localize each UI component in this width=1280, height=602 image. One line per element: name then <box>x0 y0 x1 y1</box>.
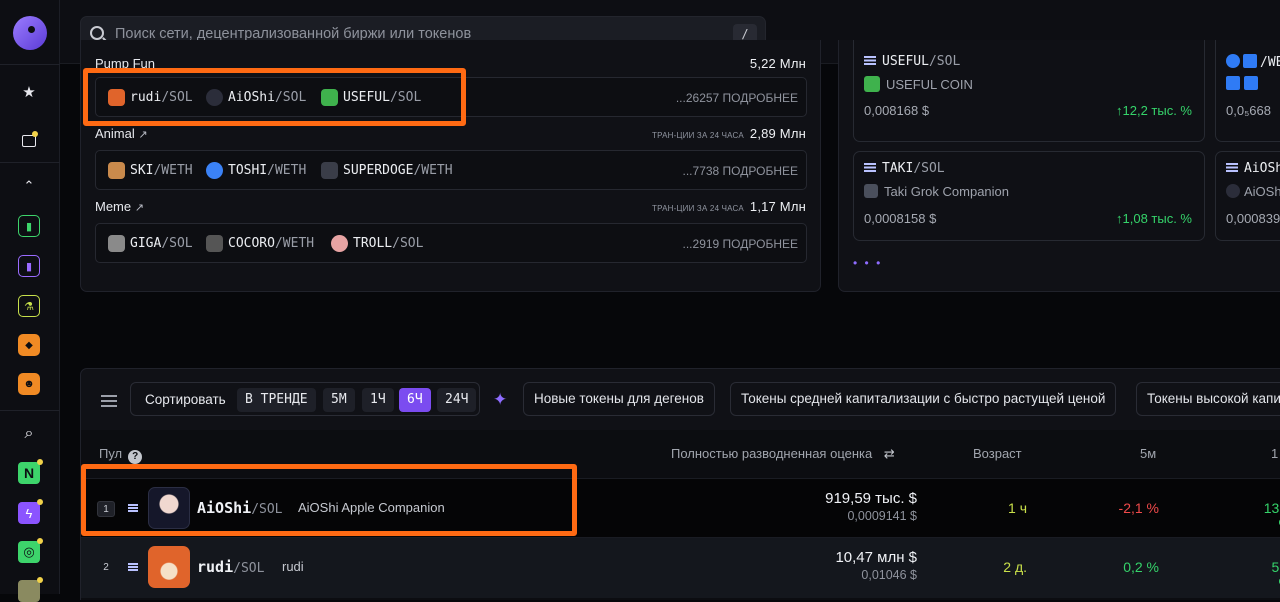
change-5m-cell: 0,2 % <box>1123 559 1159 575</box>
carousel-dots[interactable]: • • • <box>853 256 882 270</box>
more-link[interactable]: ...2919 ПОДРОБНЕЕ <box>683 237 798 251</box>
header-age[interactable]: Возраст <box>973 446 1022 461</box>
sort-label: Сортировать <box>145 392 226 407</box>
chart-purple-icon[interactable]: ▮ <box>18 255 40 277</box>
age-cell: 2 д. <box>1003 559 1027 575</box>
robot-icon[interactable]: ☻ <box>18 373 40 395</box>
pair-cocoro[interactable]: COCORO/WETH <box>206 235 314 252</box>
swap-icon[interactable]: ⇄ <box>884 446 895 461</box>
pair-toshi[interactable]: TOSHI/WETH <box>206 162 306 179</box>
pair-troll[interactable]: TROLL/SOL <box>331 235 423 252</box>
search-icon <box>90 26 104 40</box>
pair-ski[interactable]: SKI/WETH <box>108 162 193 179</box>
sidebar-divider <box>0 162 60 163</box>
timeframe-24h[interactable]: 24Ч <box>437 388 477 412</box>
card-ticker: USEFUL/SOL <box>864 54 960 69</box>
category-title[interactable]: Meme ↗ <box>95 199 144 214</box>
change-5m-cell: -2,1 % <box>1118 500 1159 516</box>
category-meta: 5,22 Млн <box>749 56 806 71</box>
card-price: 0,008168 $ <box>864 103 930 118</box>
timeframe-trending[interactable]: В ТРЕНДЕ <box>237 388 316 412</box>
pair-superdoge[interactable]: SUPERDOGE/WETH <box>321 162 453 179</box>
search-icon[interactable]: ⌕ <box>18 423 40 445</box>
star-icon[interactable]: ★ <box>18 81 40 103</box>
card-change: ↑12,2 тыс. % <box>1116 103 1192 118</box>
change-1h-cell: 13,6 % <box>1263 500 1280 532</box>
token-card-useful[interactable]: USEFUL/SOL USEFUL COIN 0,008168 $ ↑12,2 … <box>853 40 1205 142</box>
chip-new-tokens[interactable]: Новые токены для дегенов <box>523 382 715 416</box>
sparkle-icon: ✦ <box>493 390 508 409</box>
fdv-cell: 919,59 тыс. $0,0009141 $ <box>825 490 917 523</box>
solana-chain-icon <box>128 563 138 571</box>
header-5m[interactable]: 5м <box>1140 446 1156 461</box>
tag-icon[interactable]: ◆ <box>18 334 40 356</box>
timeframe-5m[interactable]: 5М <box>323 388 355 412</box>
highlight-box-row <box>81 464 577 536</box>
pair-giga[interactable]: GIGA/SOL <box>108 235 193 252</box>
help-icon[interactable]: ? <box>128 450 143 464</box>
cocoro-avatar-icon <box>206 235 223 252</box>
chevron-up-icon[interactable]: ⌃ <box>18 175 40 197</box>
card-name: Taki Grok Companion <box>864 184 1009 199</box>
category-title[interactable]: Animal ↗ <box>95 126 148 141</box>
flask-icon[interactable]: ⚗ <box>18 295 40 317</box>
card-name: AiOSh <box>1226 184 1280 199</box>
more-link[interactable]: ...7738 ПОДРОБНЕЕ <box>683 164 798 178</box>
category-row-meme[interactable]: GIGA/SOL COCORO/WETH TROLL/SOL ...2919 П… <box>95 223 807 263</box>
troll-avatar-icon <box>331 235 348 252</box>
table-row[interactable]: 2 rudi/SOL rudi 10,47 млн $0,01046 $ 2 д… <box>81 538 1280 598</box>
token-card-aioshi-partial[interactable]: AiOSh AiOSh 0,000839 <box>1215 151 1280 241</box>
token-card-taki[interactable]: TAKI/SOL Taki Grok Companion 0,0008158 $… <box>853 151 1205 241</box>
header-pool[interactable]: Пул? <box>99 446 143 464</box>
ski-avatar-icon <box>108 162 125 179</box>
card-change: ↑1,08 тыс. % <box>1116 211 1192 226</box>
sort-group: Сортировать В ТРЕНДЕ 5М 1Ч 6Ч 24Ч <box>130 382 480 416</box>
card-name: USEFUL COIN <box>864 76 973 92</box>
extra-app-icon[interactable] <box>18 577 43 602</box>
card-ticker: TAKI/SOL <box>864 161 945 176</box>
header-1h[interactable]: 1 <box>1271 446 1278 461</box>
timeframe-6h[interactable]: 6Ч <box>399 388 431 412</box>
header-fdv[interactable]: Полностью разводненная оценка ⇄ <box>671 446 895 462</box>
token-card-partial[interactable]: /WE 0,0₅668 <box>1215 40 1280 142</box>
chart-green-icon[interactable]: ▮ <box>18 215 40 237</box>
superdoge-avatar-icon <box>321 162 338 179</box>
lightning-app-icon[interactable]: ϟ <box>18 499 43 524</box>
giga-avatar-icon <box>108 235 125 252</box>
logo-icon[interactable] <box>13 16 47 50</box>
chat-app-icon[interactable]: ◎ <box>18 538 43 563</box>
timeframe-1h[interactable]: 1Ч <box>362 388 394 412</box>
rudi-avatar-icon <box>148 546 190 588</box>
filter-bar: Сортировать В ТРЕНДЕ 5М 1Ч 6Ч 24Ч ✦ Новы… <box>80 368 1280 430</box>
trending-panel: USEFUL/SOL USEFUL COIN 0,008168 $ ↑12,2 … <box>838 40 1280 292</box>
n-app-icon[interactable]: N <box>18 459 43 484</box>
card-price: 0,000839 <box>1226 211 1280 226</box>
chip-mid-cap-growth[interactable]: Токены средней капитализации с быстро ра… <box>730 382 1117 416</box>
sidebar-divider <box>0 64 60 65</box>
card-price: 0,0008158 $ <box>864 211 937 226</box>
change-1h-cell: 5,1 % <box>1271 559 1280 591</box>
token-pair: rudi/SOL <box>197 558 265 576</box>
token-name: rudi <box>282 559 304 574</box>
filter-settings-icon[interactable] <box>101 393 117 407</box>
sidebar-divider <box>0 410 60 411</box>
sidebar: ★ ⌃ ▮ ▮ ⚗ ◆ ☻ ⌕ N ϟ ◎ <box>0 0 60 602</box>
chip-high-cap[interactable]: Токены высокой капи <box>1136 382 1280 416</box>
card-price: 0,0₅668 <box>1226 103 1271 118</box>
category-meta: ТРАН-ЦИИ ЗА 24 ЧАСА 1,17 Млн <box>652 199 806 214</box>
toshi-avatar-icon <box>206 162 223 179</box>
category-meta: ТРАН-ЦИИ ЗА 24 ЧАСА 2,89 Млн <box>652 126 806 141</box>
fdv-cell: 10,47 млн $0,01046 $ <box>835 549 917 582</box>
highlight-box-pairs <box>83 68 466 126</box>
card-ticker: /WE <box>1226 54 1280 70</box>
card-name <box>1226 76 1258 93</box>
row-rank: 2 <box>103 562 109 573</box>
watchlist-icon[interactable] <box>18 130 40 152</box>
category-row-animal[interactable]: SKI/WETH TOSHI/WETH SUPERDOGE/WETH ...77… <box>95 150 807 190</box>
card-ticker: AiOSh <box>1226 161 1280 176</box>
age-cell: 1 ч <box>1008 500 1027 516</box>
more-link[interactable]: ...26257 ПОДРОБНЕЕ <box>676 91 798 105</box>
